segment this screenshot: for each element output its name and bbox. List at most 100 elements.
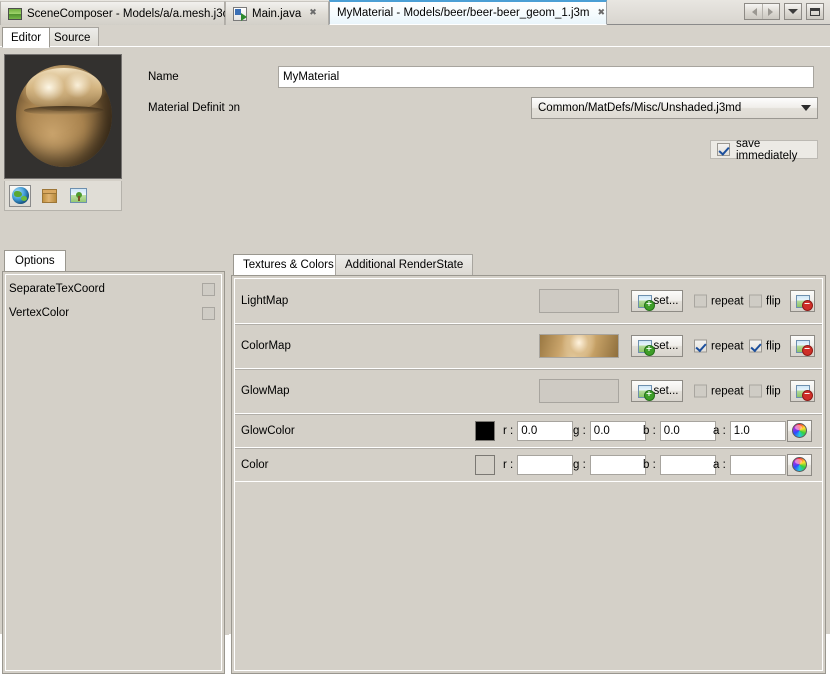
a-label: a : — [713, 458, 726, 471]
glowmap-flip-checkbox[interactable] — [749, 384, 762, 398]
lightmap-repeat-checkbox[interactable] — [694, 294, 707, 308]
b-label: b : — [643, 458, 656, 471]
color-r-input[interactable] — [517, 454, 574, 475]
glowmap-repeat-group[interactable]: repeat — [694, 384, 744, 398]
a-label: a : — [713, 424, 726, 437]
colormap-flip-checkbox[interactable] — [749, 339, 762, 353]
tab-textures-and-colors[interactable]: Textures & Colors — [233, 254, 344, 275]
color-g-group: g : — [573, 454, 646, 475]
color-b-input[interactable] — [659, 454, 716, 475]
lightmap-set-button[interactable]: + set... — [631, 290, 683, 312]
lightmap-remove-button[interactable]: − — [790, 290, 815, 312]
glowmap-flip-group[interactable]: flip — [749, 384, 781, 398]
tab-nav-buttons — [744, 3, 824, 20]
glowcolor-b-group: b : 0.0 — [643, 420, 716, 441]
close-icon[interactable]: ✖ — [309, 9, 317, 18]
tab-options[interactable]: Options — [4, 250, 66, 271]
tab-label: Options — [15, 255, 55, 267]
scroll-right-icon[interactable] — [767, 7, 773, 16]
vertical-splitter[interactable] — [225, 47, 229, 635]
cube-icon — [41, 188, 57, 203]
tab-editor[interactable]: Editor — [2, 27, 51, 48]
chevron-down-icon — [801, 105, 811, 111]
box-preview-mode-button[interactable] — [38, 185, 60, 207]
color-b-group: b : — [643, 454, 716, 475]
glowcolor-r-input[interactable]: 0.0 — [517, 420, 574, 441]
maximize-window-button[interactable] — [806, 3, 824, 20]
material-definition-select[interactable]: Common/MatDefs/Misc/Unshaded.j3md — [531, 97, 818, 119]
vertexcolor-checkbox[interactable] — [202, 306, 215, 320]
separatetexcoord-checkbox[interactable] — [202, 282, 215, 296]
tab-list-button[interactable] — [784, 3, 802, 20]
glowmap-repeat-checkbox[interactable] — [694, 384, 707, 398]
save-immediately-row[interactable]: save immediately — [710, 137, 818, 162]
document-tab-main-java[interactable]: Main.java ✖ — [225, 1, 329, 25]
lightmap-thumbnail[interactable] — [539, 289, 619, 313]
option-row-separatetexcoord[interactable]: SeparateTexCoord — [6, 277, 221, 301]
flip-label: flip — [766, 295, 781, 307]
scroll-left-icon[interactable] — [751, 7, 757, 16]
document-tab-scenecomposer[interactable]: SceneComposer - Models/a/a.mesh.j3o ✖ — [0, 1, 245, 25]
glowcolor-g-input[interactable]: 0.0 — [589, 420, 646, 441]
option-row-vertexcolor[interactable]: VertexColor — [6, 301, 221, 325]
texture-row-lightmap: LightMap + set... repeat flip − — [235, 279, 822, 324]
colormap-remove-button[interactable]: − — [790, 335, 815, 357]
preview-mode-toolbar — [4, 181, 122, 211]
name-field-row: Name MyMaterial — [148, 66, 818, 88]
color-row-glowcolor: GlowColor r : 0.0 g : 0.0 b : 0.0 a: 1.… — [235, 414, 822, 448]
color-a-input[interactable] — [729, 454, 786, 475]
color-label: GlowColor — [241, 424, 295, 437]
texture-label: LightMap — [241, 295, 289, 307]
glowcolor-swatch[interactable] — [475, 420, 495, 441]
preview-sphere — [16, 65, 112, 167]
colormap-thumbnail[interactable] — [539, 334, 619, 358]
lightmap-flip-group[interactable]: flip — [749, 294, 781, 308]
save-immediately-checkbox[interactable] — [717, 143, 730, 156]
textures-tab-bar: Textures & Colors Additional RenderState — [231, 254, 826, 276]
colormap-repeat-checkbox[interactable] — [694, 339, 707, 353]
material-editor-window: SceneComposer - Models/a/a.mesh.j3o ✖ Ma… — [0, 0, 830, 674]
lightmap-repeat-group[interactable]: repeat — [694, 294, 744, 308]
image-icon — [69, 188, 87, 203]
tab-scroll-buttons[interactable] — [744, 3, 780, 20]
divider — [235, 324, 822, 325]
glowmap-set-button[interactable]: + set... — [631, 380, 683, 402]
document-tab-label: Main.java — [252, 7, 302, 20]
document-tab-mymaterial[interactable]: MyMaterial - Models/beer/beer-beer_geom_… — [329, 0, 607, 25]
editor-content-area: Name MyMaterial Material Definition Comm… — [0, 46, 830, 674]
colormap-repeat-group[interactable]: repeat — [694, 339, 744, 353]
color-swatch[interactable] — [475, 454, 495, 475]
textures-list: LightMap + set... repeat flip − ColorMap… — [234, 278, 823, 671]
texture-row-glowmap: GlowMap + set... repeat flip − — [235, 369, 822, 414]
name-input[interactable]: MyMaterial — [278, 66, 814, 88]
material-definition-value: Common/MatDefs/Misc/Unshaded.j3md — [538, 102, 742, 114]
close-icon[interactable]: ✖ — [597, 8, 605, 18]
sphere-preview-mode-button[interactable] — [9, 184, 31, 207]
textures-and-colors-panel: LightMap + set... repeat flip − ColorMap… — [231, 275, 826, 674]
glowcolor-b-input[interactable]: 0.0 — [659, 420, 716, 441]
glowmap-thumbnail[interactable] — [539, 379, 619, 403]
save-immediately-label: save immediately — [736, 137, 798, 162]
lightmap-flip-checkbox[interactable] — [749, 294, 762, 308]
glowcolor-a-input[interactable]: 1.0 — [729, 420, 786, 441]
options-tab-bar: Options — [2, 250, 225, 272]
tab-label: Source — [54, 31, 91, 44]
glowmap-remove-button[interactable]: − — [790, 380, 815, 402]
color-g-input[interactable] — [589, 454, 646, 475]
color-picker-button[interactable] — [787, 453, 812, 476]
material-preview[interactable] — [4, 54, 122, 179]
plane-preview-mode-button[interactable] — [67, 185, 89, 207]
color-wheel-icon — [792, 423, 807, 438]
divider — [235, 448, 822, 449]
colormap-flip-group[interactable]: flip — [749, 339, 781, 353]
glowcolor-a-group: a : 1.0 — [713, 420, 786, 441]
tab-additional-renderstate[interactable]: Additional RenderState — [335, 254, 474, 275]
colormap-set-button[interactable]: + set... — [631, 335, 683, 357]
material-definition-row: Material Definition Common/MatDefs/Misc/… — [148, 97, 818, 119]
tab-label: Additional RenderState — [345, 259, 464, 271]
chevron-down-icon — [788, 9, 798, 14]
maximize-icon — [810, 7, 820, 16]
tab-source[interactable]: Source — [45, 27, 100, 47]
glowcolor-picker-button[interactable] — [787, 419, 812, 442]
color-a-group: a : — [713, 454, 786, 475]
